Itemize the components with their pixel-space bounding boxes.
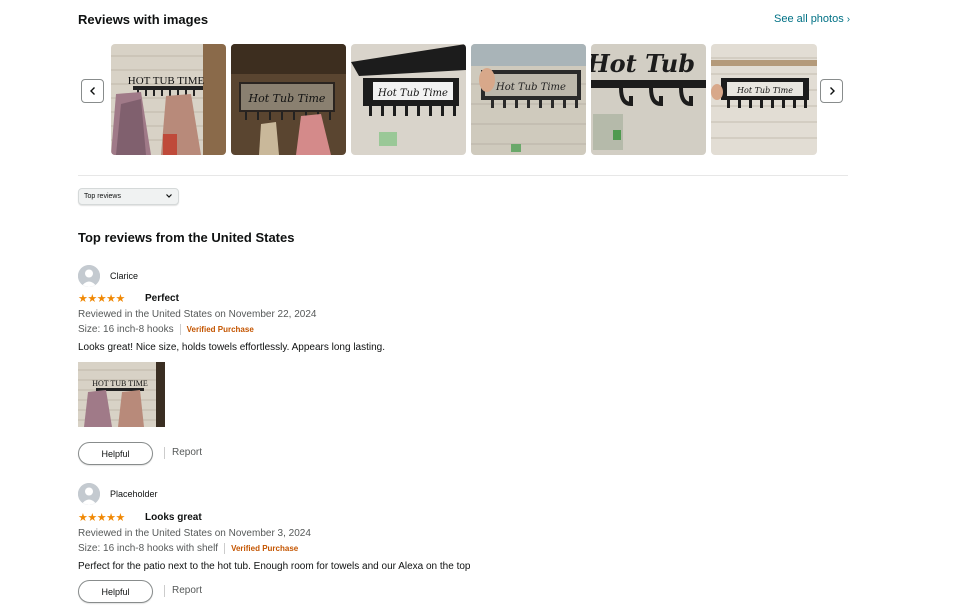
chevron-down-icon <box>166 194 172 198</box>
reviews-with-images-title: Reviews with images <box>78 12 209 27</box>
review-title[interactable]: Looks great <box>145 512 202 523</box>
star-rating[interactable]: ★★★★★ <box>78 511 125 524</box>
review-image-sign-text: HOT TUB TIME <box>92 379 148 388</box>
review-size: Size: 16 inch-8 hooks with shelf <box>78 543 219 554</box>
review-image-thumbnail[interactable]: HOT TUB TIME <box>111 44 226 155</box>
chevron-right-icon <box>829 87 835 95</box>
thumbnail-sign-text: Hot Tub <box>591 49 695 78</box>
verified-purchase-badge: Verified Purchase <box>186 325 254 334</box>
carousel-prev-button[interactable] <box>81 79 104 103</box>
sort-reviews-dropdown[interactable]: Top reviews <box>78 188 179 205</box>
review-date: Reviewed in the United States on Novembe… <box>78 528 311 539</box>
review-date: Reviewed in the United States on Novembe… <box>78 309 317 320</box>
thumbnail-sign-text: Hot Tub Time <box>495 82 566 93</box>
review-attached-image[interactable]: HOT TUB TIME <box>78 362 165 427</box>
see-all-photos-label: See all photos <box>774 13 844 25</box>
reviewer-name[interactable]: Clarice <box>110 271 138 281</box>
user-avatar-icon <box>78 483 100 505</box>
review-image-thumbnail[interactable]: Hot Tub Time <box>351 44 466 155</box>
review-variant-row: Size: 16 inch-8 hooks Verified Purchase <box>78 324 254 335</box>
thumbnail-sign-text: Hot Tub Time <box>248 92 326 105</box>
sort-selected-value: Top reviews <box>84 193 121 200</box>
report-link[interactable]: Report <box>172 447 202 458</box>
avatar <box>78 483 100 505</box>
chevron-right-small-icon: › <box>846 14 851 25</box>
review-image-thumbnail[interactable]: Hot Tub Time <box>231 44 346 155</box>
thumbnail-sign-text: Hot Tub Time <box>736 86 793 95</box>
see-all-photos-link[interactable]: See all photos › <box>774 13 850 25</box>
user-avatar-icon <box>78 265 100 287</box>
review-image-thumbnail[interactable]: Hot Tub Time <box>711 44 817 155</box>
action-separator <box>164 447 165 459</box>
review-image-thumbnail[interactable]: Hot Tub <box>591 44 706 155</box>
chevron-left-icon <box>89 87 95 95</box>
review-image-thumbnail[interactable]: Hot Tub Time <box>471 44 586 155</box>
section-divider <box>78 175 848 176</box>
reviewer-name[interactable]: Placeholder <box>110 489 158 499</box>
thumbnail-sign-text: Hot Tub Time <box>377 88 448 99</box>
review-title[interactable]: Perfect <box>145 293 179 304</box>
review-variant-row: Size: 16 inch-8 hooks with shelf Verifie… <box>78 543 298 554</box>
helpful-button[interactable]: Helpful <box>78 580 153 603</box>
carousel-next-button[interactable] <box>820 79 843 103</box>
helpful-button[interactable]: Helpful <box>78 442 153 465</box>
review-size: Size: 16 inch-8 hooks <box>78 324 174 335</box>
review-body: Perfect for the patio next to the hot tu… <box>78 561 471 572</box>
verified-purchase-badge: Verified Purchase <box>231 544 299 553</box>
thumbnail-sign-text: HOT TUB TIME <box>128 75 205 87</box>
avatar <box>78 265 100 287</box>
meta-separator <box>224 543 226 554</box>
report-link[interactable]: Report <box>172 585 202 596</box>
review-body: Looks great! Nice size, holds towels eff… <box>78 342 386 353</box>
action-separator <box>164 585 165 597</box>
top-reviews-heading: Top reviews from the United States <box>78 230 295 245</box>
star-rating[interactable]: ★★★★★ <box>78 292 125 305</box>
meta-separator <box>179 324 181 335</box>
